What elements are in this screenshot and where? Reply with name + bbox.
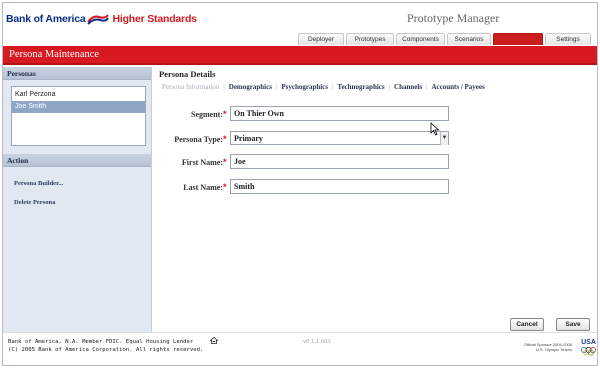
chevron-down-icon[interactable]: ▼: [440, 132, 448, 145]
tab-components[interactable]: Components: [396, 33, 445, 45]
footer-line-1: Bank of America, N.A. Member FDIC. Equal…: [8, 339, 194, 345]
persona-type-value: Primary: [234, 134, 263, 143]
first-name-field[interactable]: Joe: [230, 154, 449, 169]
equal-housing-icon: [210, 337, 218, 344]
flag-logo-icon: [87, 13, 110, 25]
detail-subtabs: Persona Information | Demographics | Psy…: [162, 83, 485, 91]
first-name-label: First Name:: [181, 158, 223, 167]
persona-item-joe[interactable]: Joe Smith: [12, 101, 145, 113]
sidebar: Personas Karl Perzona Joe Smith Action P…: [3, 67, 152, 332]
app-title: Prototype Manager: [407, 11, 500, 25]
segment-required-mark: *: [223, 109, 227, 119]
subtab-persona-information[interactable]: Persona Information: [162, 83, 219, 91]
cancel-button[interactable]: Cancel: [510, 318, 544, 331]
persona-details-panel: Persona Details Persona Information | De…: [153, 67, 597, 332]
logo-tagline: Higher Standards: [112, 13, 197, 25]
segment-field[interactable]: On Thier Own: [230, 106, 449, 121]
persona-type-label: Persona Type:: [174, 135, 223, 144]
footer-legal: Bank of America, N.A. Member FDIC. Equal…: [8, 338, 203, 354]
last-name-field[interactable]: Smith: [230, 179, 449, 194]
version-label: v0.1.1.663: [303, 338, 331, 345]
last-name-required-mark: *: [223, 182, 227, 192]
footer-line-2: (C) 2005 Bank of America Corporation. Al…: [8, 347, 204, 353]
subtab-psychographics[interactable]: Psychographics: [281, 83, 328, 91]
logo-boa-text: Bank of America: [6, 13, 86, 25]
persona-builder-link[interactable]: Persona Builder...: [3, 180, 151, 187]
page-title-bar: Persona Maintenance: [3, 46, 597, 65]
olympic-sponsor-text: Official Sponsor 2004-2008 U.S. Olympic …: [512, 342, 572, 352]
details-title: Persona Details: [159, 69, 216, 79]
personas-heading: Personas: [3, 67, 151, 80]
action-heading: Action: [3, 154, 151, 167]
main-tabs: Deployer Prototypes Components Scenarios…: [298, 33, 591, 45]
tab-deployer[interactable]: Deployer: [298, 33, 344, 45]
usa-text: USA: [581, 339, 596, 346]
subtab-technographics[interactable]: Technographics: [337, 83, 384, 91]
mouse-cursor-icon: [430, 122, 440, 136]
subtab-separator: |: [275, 83, 278, 91]
subtab-accounts-payees[interactable]: Accounts / Payees: [431, 83, 484, 91]
save-button[interactable]: Save: [556, 318, 590, 331]
persona-type-required-mark: *: [223, 134, 227, 144]
first-name-required-mark: *: [223, 157, 227, 167]
last-name-label: Last Name:: [183, 183, 223, 192]
subtab-separator: |: [223, 83, 225, 91]
persona-type-select[interactable]: Primary ▼: [230, 131, 449, 145]
bank-logo: Bank of America Higher Standards: [6, 12, 197, 26]
page-title: Persona Maintenance: [9, 49, 100, 60]
subtab-separator: |: [332, 83, 334, 91]
subtab-separator: |: [388, 83, 391, 91]
subtab-channels[interactable]: Channels: [394, 83, 422, 91]
usa-olympic-logo: USA: [581, 339, 596, 356]
tab-settings[interactable]: Settings: [545, 33, 591, 45]
sponsor-line-2: U.S. Olympic Teams: [535, 347, 572, 352]
subtab-demographics[interactable]: Demographics: [229, 83, 272, 91]
tab-scenarios[interactable]: Scenarios: [447, 33, 491, 45]
tab-prototypes[interactable]: Prototypes: [346, 33, 394, 45]
segment-label: Segment:: [191, 110, 223, 119]
tab-personas[interactable]: Personas: [493, 33, 543, 45]
footer: Bank of America, N.A. Member FDIC. Equal…: [3, 332, 597, 365]
delete-persona-link[interactable]: Delete Persona: [3, 199, 151, 206]
persona-item-karl[interactable]: Karl Perzona: [12, 89, 145, 101]
persona-list[interactable]: Karl Perzona Joe Smith: [11, 86, 146, 146]
subtab-separator: |: [426, 83, 428, 91]
